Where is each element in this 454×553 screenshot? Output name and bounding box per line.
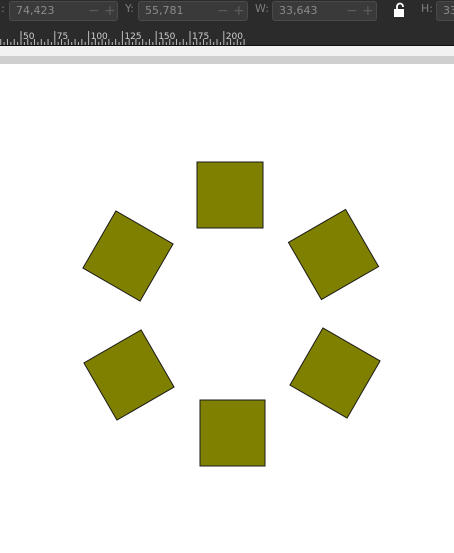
w-label: W: bbox=[255, 2, 269, 15]
h-value: 33 bbox=[443, 4, 454, 17]
x-label: : bbox=[1, 2, 5, 15]
y-decrement-minus-icon[interactable]: − bbox=[217, 3, 229, 19]
w-increment-plus-icon[interactable]: + bbox=[362, 3, 374, 19]
toolbar: : 74,423 − + Y: 55,781 − + W: 33,643 − +… bbox=[0, 0, 454, 29]
pasteboard-edge bbox=[0, 56, 454, 64]
y-value: 55,781 bbox=[145, 4, 184, 17]
ruler-tick-label: 150 bbox=[158, 32, 175, 42]
square-upper-right[interactable] bbox=[287, 208, 380, 301]
w-field[interactable]: 33,643 − + bbox=[272, 1, 377, 21]
w-decrement-minus-icon[interactable]: − bbox=[346, 3, 358, 19]
square-lower-left[interactable] bbox=[83, 329, 175, 421]
y-label: Y: bbox=[125, 2, 134, 15]
ruler-tick-label: 100 bbox=[91, 32, 108, 42]
horizontal-ruler[interactable]: 50 75 100 125 150 175 200 bbox=[0, 29, 454, 46]
h-field[interactable]: 33 bbox=[436, 1, 454, 21]
square-lower-right[interactable] bbox=[289, 327, 381, 419]
canvas-drawing bbox=[82, 161, 381, 467]
lock-icon[interactable] bbox=[392, 2, 408, 18]
y-field[interactable]: 55,781 − + bbox=[138, 1, 248, 21]
x-field[interactable]: 74,423 − + bbox=[9, 1, 118, 21]
x-value: 74,423 bbox=[16, 4, 55, 17]
h-label: H: bbox=[421, 2, 433, 15]
square-upper-left[interactable] bbox=[82, 210, 174, 302]
ruler-tick-label: 125 bbox=[124, 32, 141, 42]
ruler-ticks: 50 75 100 125 150 175 200 bbox=[0, 31, 245, 46]
square-bottom[interactable] bbox=[199, 399, 266, 467]
ruler-gap bbox=[0, 46, 454, 56]
ruler-tick-label: 75 bbox=[57, 32, 68, 42]
y-increment-plus-icon[interactable]: + bbox=[233, 3, 245, 19]
ruler-tick-label: 200 bbox=[226, 32, 243, 42]
x-increment-plus-icon[interactable]: + bbox=[104, 3, 116, 19]
ruler-tick-label: 175 bbox=[192, 32, 209, 42]
w-value: 33,643 bbox=[279, 4, 318, 17]
canvas[interactable] bbox=[0, 64, 454, 553]
square-top[interactable] bbox=[196, 161, 264, 229]
x-decrement-minus-icon[interactable]: − bbox=[88, 3, 100, 19]
ruler-tick-label: 50 bbox=[23, 32, 35, 42]
